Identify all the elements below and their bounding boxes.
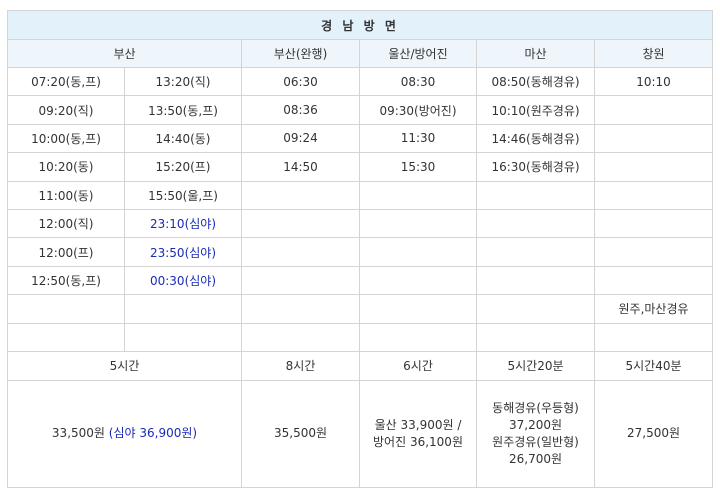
busan-wanhaeng-time-cell: 06:30 xyxy=(241,66,360,97)
empty-cell xyxy=(359,322,477,352)
price-masan: 동해경유(우등형) 37,200원 원주경유(일반형) 26,700원 xyxy=(476,379,595,488)
ulsan-time-cell xyxy=(359,294,477,324)
ulsan-time-cell xyxy=(359,237,477,267)
changwon-time-cell: 10:10 xyxy=(593,66,714,97)
changwon-note-cell: 원주,마산경유 xyxy=(593,294,714,324)
ulsan-time-cell: 11:30 xyxy=(359,123,477,154)
price-ulsan: 울산 33,900원 / 방어진 36,100원 xyxy=(359,379,477,488)
price-busan-night: (심야 36,900원) xyxy=(108,426,198,441)
table-row: 12:50(동,프) 00:30(심야) xyxy=(7,265,714,296)
table-row xyxy=(7,322,714,352)
masan-time-cell xyxy=(476,265,595,296)
changwon-time-cell xyxy=(593,208,714,239)
masan-time-cell: 10:10(원주경유) xyxy=(476,95,595,125)
price-ulsan-line: 방어진 36,100원 xyxy=(373,434,463,449)
duration-masan: 5시간20분 xyxy=(476,350,595,381)
table-row: 11:00(동) 15:50(울,프) xyxy=(7,180,714,210)
header-changwon: 창원 xyxy=(593,39,714,68)
header-busan-wanhaeng: 부산(완행) xyxy=(241,39,360,68)
busan-time-cell: 15:20(프) xyxy=(124,152,242,182)
busan-time-cell: 10:00(동,프) xyxy=(7,123,125,154)
price-masan-line: 26,700원 xyxy=(508,451,563,466)
masan-time-cell xyxy=(476,208,595,239)
price-busan-wanhaeng: 35,500원 xyxy=(241,379,360,488)
busan-time-cell: 15:50(울,프) xyxy=(124,180,242,210)
duration-changwon: 5시간40분 xyxy=(593,350,714,381)
header-busan: 부산 xyxy=(7,39,242,68)
busan-night-time-cell: 23:50(심야) xyxy=(124,237,242,267)
ulsan-time-cell xyxy=(359,208,477,239)
table-row: 원주,마산경유 xyxy=(7,294,714,324)
busan-wanhaeng-time-cell xyxy=(241,237,360,267)
price-row: 33,500원 (심야 36,900원) 35,500원 울산 33,900원 … xyxy=(7,379,714,488)
region-title: 경 남 방 면 xyxy=(6,10,714,40)
changwon-time-cell xyxy=(593,95,714,125)
masan-time-cell: 16:30(동해경유) xyxy=(476,152,595,182)
masan-time-cell xyxy=(476,237,595,267)
duration-ulsan: 6시간 xyxy=(359,350,477,381)
busan-wanhaeng-time-cell: 08:36 xyxy=(241,95,360,125)
price-changwon: 27,500원 xyxy=(593,379,714,488)
busan-wanhaeng-time-cell xyxy=(241,294,360,324)
price-ulsan-line: 울산 33,900원 / xyxy=(374,417,462,432)
busan-time-cell: 07:20(동,프) xyxy=(7,66,125,97)
ulsan-time-cell xyxy=(359,180,477,210)
busan-time-cell xyxy=(7,294,125,324)
table-row: 09:20(직) 13:50(동,프) 08:36 09:30(방어진) 10:… xyxy=(7,95,714,125)
busan-time-cell xyxy=(124,294,242,324)
busan-wanhaeng-time-cell xyxy=(241,208,360,239)
ulsan-time-cell: 08:30 xyxy=(359,66,477,97)
empty-cell xyxy=(476,322,595,352)
busan-time-cell: 12:00(직) xyxy=(7,208,125,239)
busan-time-cell: 10:20(동) xyxy=(7,152,125,182)
price-masan-line: 동해경유(우등형) xyxy=(492,400,579,415)
busan-night-time-cell: 00:30(심야) xyxy=(124,265,242,296)
duration-busan-wanhaeng: 8시간 xyxy=(241,350,360,381)
duration-busan: 5시간 xyxy=(7,350,242,381)
table-row: 10:20(동) 15:20(프) 14:50 15:30 16:30(동해경유… xyxy=(7,152,714,182)
table-row: 12:00(프) 23:50(심야) xyxy=(7,237,714,267)
masan-time-cell xyxy=(476,180,595,210)
schedule-table: 경 남 방 면 부산 부산(완행) 울산/방어진 마산 창원 07:20(동,프… xyxy=(6,10,714,488)
empty-cell xyxy=(7,322,125,352)
empty-cell xyxy=(593,322,714,352)
masan-time-cell: 14:46(동해경유) xyxy=(476,123,595,154)
empty-cell xyxy=(124,322,242,352)
changwon-time-cell xyxy=(593,265,714,296)
price-busan: 33,500원 (심야 36,900원) xyxy=(7,379,242,488)
busan-time-cell: 11:00(동) xyxy=(7,180,125,210)
masan-time-cell: 08:50(동해경유) xyxy=(476,66,595,97)
changwon-time-cell xyxy=(593,152,714,182)
table-row: 10:00(동,프) 14:40(동) 09:24 11:30 14:46(동해… xyxy=(7,123,714,154)
price-masan-line: 37,200원 xyxy=(508,417,563,432)
busan-night-time-cell: 23:10(심야) xyxy=(124,208,242,239)
duration-row: 5시간 8시간 6시간 5시간20분 5시간40분 xyxy=(7,350,714,381)
busan-wanhaeng-time-cell: 09:24 xyxy=(241,123,360,154)
price-busan-main: 33,500원 xyxy=(51,426,105,441)
busan-time-cell: 09:20(직) xyxy=(7,95,125,125)
header-masan: 마산 xyxy=(476,39,595,68)
busan-time-cell: 12:50(동,프) xyxy=(7,265,125,296)
ulsan-time-cell: 09:30(방어진) xyxy=(359,95,477,125)
busan-time-cell: 12:00(프) xyxy=(7,237,125,267)
ulsan-time-cell xyxy=(359,265,477,296)
busan-wanhaeng-time-cell: 14:50 xyxy=(241,152,360,182)
empty-cell xyxy=(241,322,360,352)
busan-time-cell: 13:50(동,프) xyxy=(124,95,242,125)
busan-wanhaeng-time-cell xyxy=(241,265,360,296)
table-row: 12:00(직) 23:10(심야) xyxy=(7,208,714,239)
header-ulsan: 울산/방어진 xyxy=(359,39,477,68)
changwon-time-cell xyxy=(593,237,714,267)
price-masan-line: 원주경유(일반형) xyxy=(492,434,579,449)
changwon-time-cell xyxy=(593,180,714,210)
changwon-time-cell xyxy=(593,123,714,154)
busan-time-cell: 13:20(직) xyxy=(124,66,242,97)
table-row: 07:20(동,프) 13:20(직) 06:30 08:30 08:50(동해… xyxy=(7,66,714,97)
ulsan-time-cell: 15:30 xyxy=(359,152,477,182)
busan-wanhaeng-time-cell xyxy=(241,180,360,210)
masan-time-cell xyxy=(476,294,595,324)
busan-time-cell: 14:40(동) xyxy=(124,123,242,154)
